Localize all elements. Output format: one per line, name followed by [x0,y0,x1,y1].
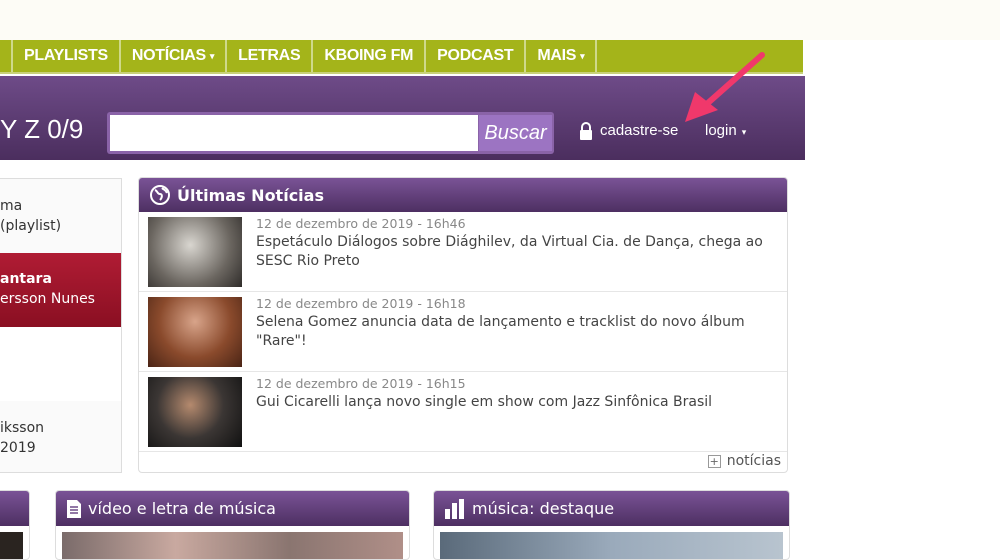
nav-label: NOTÍCIAS [131,47,206,64]
news-item[interactable]: 12 de dezembro de 2019 - 16h15 Gui Cicar… [139,372,787,452]
panel-title: vídeo e letra de música [88,499,276,518]
latest-news-panel: Últimas Notícias 12 de dezembro de 2019 … [138,177,788,473]
panel-image[interactable] [62,532,403,559]
nav-kboing-fm[interactable]: KBOING FM [313,40,427,72]
item-line: ersson Nunes [0,291,95,307]
caret-down-icon: ▾ [209,50,215,61]
nav-label: LETRAS [238,47,301,64]
news-item[interactable]: 12 de dezembro de 2019 - 16h46 Espetácul… [139,212,787,292]
panel-header: música: destaque [434,491,789,526]
news-date: 12 de dezembro de 2019 - 16h15 [256,376,466,391]
panel-header: Últimas Notícias [139,178,787,212]
nav-podcast[interactable]: PODCAST [426,40,527,72]
search-button[interactable]: Buscar [479,115,552,151]
item-line: iksson [0,420,45,436]
nav-letras[interactable]: LETRAS [227,40,314,72]
left-list: ma (playlist) antara ersson Nunes iksson 20… [0,178,122,473]
panel-image[interactable] [440,532,783,559]
news-date: 12 de dezembro de 2019 - 16h46 [256,216,466,231]
nav-label: PLAYLISTS [24,47,108,64]
item-line: 2019 [0,440,36,456]
news-title[interactable]: Espetáculo Diálogos sobre Diághilev, da … [256,233,786,271]
caret-down-icon: ▾ [741,127,747,137]
bar-chart-icon [445,498,464,519]
item-line: ma [0,198,23,214]
nav-label: MAIS [537,47,577,64]
az-index-links[interactable]: Y Z 0/9 [0,114,83,145]
news-title[interactable]: Selena Gomez anuncia data de lançamento … [256,313,786,351]
news-title[interactable]: Gui Cicarelli lança novo single em show … [256,393,786,412]
list-item-active[interactable]: antara ersson Nunes [0,253,121,327]
item-line: (playlist) [0,218,62,234]
more-news-link[interactable]: + notícias [707,453,781,469]
panel-title: Últimas Notícias [177,185,324,205]
news-thumbnail[interactable] [148,217,242,287]
top-strip [0,0,1000,40]
news-item[interactable]: 12 de dezembro de 2019 - 16h18 Selena Go… [139,292,787,372]
music-highlight-panel: música: destaque [433,490,790,560]
news-thumbnail[interactable] [148,377,242,447]
more-label: notícias [726,453,781,469]
nav-mais[interactable]: MAIS ▾ [526,40,598,72]
panel-image[interactable] [0,532,23,559]
search-box: Buscar [107,112,554,154]
lock-icon [580,122,592,140]
panel-title: música: destaque [472,499,615,518]
item-line: antara [0,271,52,287]
nav-label: KBOING FM [324,47,414,64]
globe-icon [150,185,170,205]
signup-link[interactable]: cadastre-se [600,122,678,139]
list-item[interactable]: iksson 2019 [0,418,121,458]
panel-header: vídeo e letra de música [56,491,409,526]
video-lyrics-panel: vídeo e letra de música [55,490,410,560]
panel-header [0,491,29,526]
caret-down-icon: ▾ [580,50,585,61]
list-item[interactable] [0,327,121,401]
search-input[interactable] [110,115,478,151]
nav-playlists[interactable]: PLAYLISTS [13,40,121,72]
nav-noticias[interactable]: NOTÍCIAS ▾ [121,40,228,72]
annotation-arrow-icon [685,52,765,122]
news-date: 12 de dezembro de 2019 - 16h18 [256,296,466,311]
plus-icon: + [707,454,721,468]
partial-panel [0,490,30,560]
news-thumbnail[interactable] [148,297,242,367]
nav-label: PODCAST [437,47,514,64]
nav-item-partial[interactable] [0,40,13,72]
list-item[interactable]: ma (playlist) [0,196,121,236]
document-icon [67,499,81,518]
